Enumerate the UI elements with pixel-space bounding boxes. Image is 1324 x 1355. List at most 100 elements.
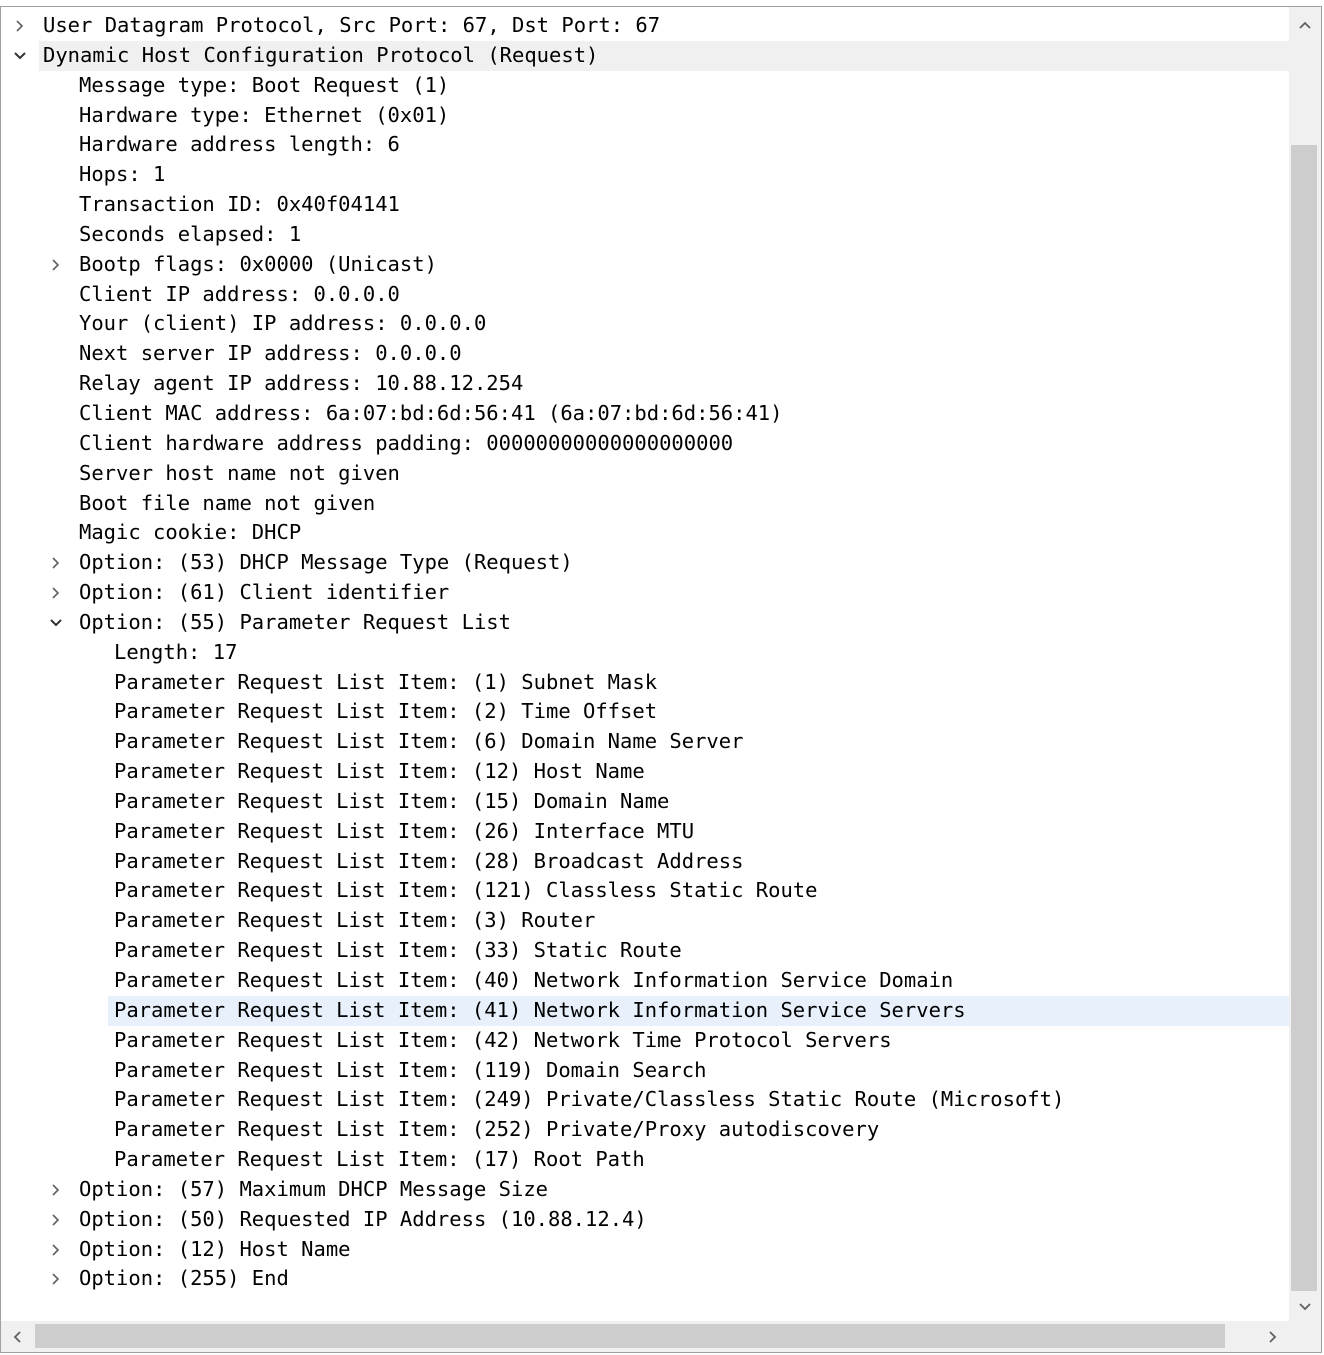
tree-item[interactable]: Client hardware address padding: 0000000… [1,429,1289,459]
tree-item-expandable[interactable]: Option: (50) Requested IP Address (10.88… [1,1205,1289,1235]
tree-item[interactable]: Parameter Request List Item: (6) Domain … [1,727,1289,757]
tree-item-expandable[interactable]: Bootp flags: 0x0000 (Unicast) [1,250,1289,280]
tree-item[interactable]: Parameter Request List Item: (42) Networ… [1,1026,1289,1056]
tree-item-label: Parameter Request List Item: (15) Domain… [114,788,670,813]
chevron-right-icon[interactable] [45,250,67,280]
scrollbar-corner [1289,1321,1321,1352]
tree-item[interactable]: Parameter Request List Item: (28) Broadc… [1,847,1289,877]
chevron-left-icon [12,1325,22,1349]
tree-item-label: Parameter Request List Item: (41) Networ… [114,997,966,1022]
tree-item[interactable]: Hops: 1 [1,160,1289,190]
tree-item[interactable]: Parameter Request List Item: (121) Class… [1,876,1289,906]
tree-item-label: User Datagram Protocol, Src Port: 67, Ds… [43,13,661,37]
tree-item[interactable]: Parameter Request List Item: (249) Priva… [1,1085,1289,1115]
tree-item[interactable]: Message type: Boot Request (1) [1,71,1289,101]
tree-item-label: Client hardware address padding: 0000000… [79,430,734,455]
tree-item-label: Client IP address: 0.0.0.0 [79,281,400,306]
tree-item[interactable]: Client IP address: 0.0.0.0 [1,280,1289,310]
tree-item-label: Next server IP address: 0.0.0.0 [79,341,462,366]
tree-item-label: Parameter Request List Item: (3) Router [114,908,596,933]
tree-item-expandable[interactable]: Option: (255) End [1,1264,1289,1294]
tree-item-expandable[interactable]: Option: (55) Parameter Request List [1,608,1289,638]
tree-item-label: Parameter Request List Item: (121) Class… [114,878,818,903]
scroll-up-button[interactable] [1289,7,1321,39]
tree-item-label: Client MAC address: 6a:07:bd:6d:56:41 (6… [79,400,783,425]
tree-item[interactable]: Magic cookie: DHCP [1,518,1289,548]
chevron-up-icon [1298,11,1312,35]
tree-item-label: Your (client) IP address: 0.0.0.0 [79,311,487,336]
chevron-right-icon[interactable] [9,11,31,41]
tree-item-label: Parameter Request List Item: (119) Domai… [114,1057,707,1082]
tree-item-label: Parameter Request List Item: (42) Networ… [114,1027,892,1052]
tree-item-expandable[interactable]: Option: (57) Maximum DHCP Message Size [1,1175,1289,1205]
tree-item[interactable]: Relay agent IP address: 10.88.12.254 [1,369,1289,399]
tree-item-expandable[interactable]: Option: (53) DHCP Message Type (Request) [1,548,1289,578]
tree-item-label: Parameter Request List Item: (12) Host N… [114,759,645,784]
tree-item-label: Parameter Request List Item: (33) Static… [114,938,682,963]
tree-item[interactable]: Length: 17 [1,638,1289,668]
tree-item-label: Relay agent IP address: 10.88.12.254 [79,371,524,396]
tree-item-label: Parameter Request List Item: (6) Domain … [114,729,744,754]
tree-item-label: Parameter Request List Item: (17) Root P… [114,1147,645,1172]
tree-item[interactable]: Your (client) IP address: 0.0.0.0 [1,309,1289,339]
chevron-down-icon[interactable] [45,608,67,638]
tree-item[interactable]: Parameter Request List Item: (119) Domai… [1,1056,1289,1086]
tree-item-label: Seconds elapsed: 1 [79,221,302,246]
tree-item-label: Parameter Request List Item: (26) Interf… [114,818,695,843]
tree-item[interactable]: Hardware address length: 6 [1,130,1289,160]
tree-item-label: Option: (12) Host Name [79,1236,351,1261]
tree-item[interactable]: Client MAC address: 6a:07:bd:6d:56:41 (6… [1,399,1289,429]
chevron-right-icon[interactable] [45,1235,67,1265]
tree-item[interactable]: Parameter Request List Item: (41) Networ… [108,995,1289,1026]
tree-item-expandable[interactable]: Option: (61) Client identifier [1,578,1289,608]
tree-item[interactable]: Parameter Request List Item: (26) Interf… [1,817,1289,847]
tree-item[interactable]: Hardware type: Ethernet (0x01) [1,101,1289,131]
tree-item-label: Magic cookie: DHCP [79,520,302,545]
tree-item[interactable]: Parameter Request List Item: (1) Subnet … [1,668,1289,698]
tree-item[interactable]: Next server IP address: 0.0.0.0 [1,339,1289,369]
chevron-right-icon[interactable] [45,1205,67,1235]
scroll-left-button[interactable] [1,1321,33,1352]
packet-details-tree: User Datagram Protocol, Src Port: 67, Ds… [1,11,1289,1321]
scroll-down-button[interactable] [1289,1289,1321,1321]
tree-item[interactable]: Parameter Request List Item: (3) Router [1,906,1289,936]
chevron-right-icon[interactable] [45,548,67,578]
chevron-right-icon[interactable] [45,1175,67,1205]
tree-item[interactable]: Parameter Request List Item: (15) Domain… [1,787,1289,817]
tree-item-expandable[interactable]: Option: (12) Host Name [1,1235,1289,1265]
tree-item-label: Parameter Request List Item: (252) Priva… [114,1117,880,1142]
chevron-down-icon [1298,1293,1312,1317]
tree-item-label: Option: (50) Requested IP Address (10.88… [79,1206,647,1231]
scroll-right-button[interactable] [1257,1321,1289,1352]
tree-item-expandable[interactable]: Dynamic Host Configuration Protocol (Req… [14,40,1289,71]
horizontal-scrollbar[interactable] [1,1321,1289,1352]
chevron-down-icon[interactable] [9,41,31,71]
tree-item[interactable]: Parameter Request List Item: (252) Priva… [1,1115,1289,1145]
tree-item[interactable]: Transaction ID: 0x40f04141 [1,190,1289,220]
vertical-scrollbar[interactable] [1289,7,1321,1321]
vertical-scroll-thumb[interactable] [1291,145,1317,1291]
tree-item-label: Parameter Request List Item: (28) Broadc… [114,848,744,873]
horizontal-scroll-thumb[interactable] [35,1324,1225,1348]
tree-item[interactable]: Seconds elapsed: 1 [1,220,1289,250]
tree-item-label: Option: (57) Maximum DHCP Message Size [79,1176,548,1201]
tree-item-label: Server host name not given [79,460,400,485]
packet-details-pane: User Datagram Protocol, Src Port: 67, Ds… [0,6,1322,1353]
tree-item[interactable]: Parameter Request List Item: (12) Host N… [1,757,1289,787]
tree-item-label: Boot file name not given [79,490,376,515]
tree-item-label: Length: 17 [114,639,238,664]
chevron-right-icon[interactable] [45,1264,67,1294]
tree-item-label: Hardware type: Ethernet (0x01) [79,102,450,127]
tree-item-label: Option: (61) Client identifier [79,580,450,605]
tree-item-label: Parameter Request List Item: (40) Networ… [114,968,954,992]
tree-item[interactable]: Parameter Request List Item: (40) Networ… [1,966,1289,996]
tree-item-label: Option: (55) Parameter Request List [79,609,511,634]
tree-item[interactable]: Parameter Request List Item: (33) Static… [1,936,1289,966]
tree-item[interactable]: Parameter Request List Item: (2) Time Of… [1,697,1289,727]
tree-item[interactable]: Boot file name not given [1,489,1289,519]
tree-item[interactable]: Server host name not given [1,459,1289,489]
tree-item[interactable]: Parameter Request List Item: (17) Root P… [1,1145,1289,1175]
tree-item-expandable[interactable]: User Datagram Protocol, Src Port: 67, Ds… [1,11,1289,41]
chevron-right-icon[interactable] [45,578,67,608]
tree-item-label: Parameter Request List Item: (1) Subnet … [114,669,658,694]
